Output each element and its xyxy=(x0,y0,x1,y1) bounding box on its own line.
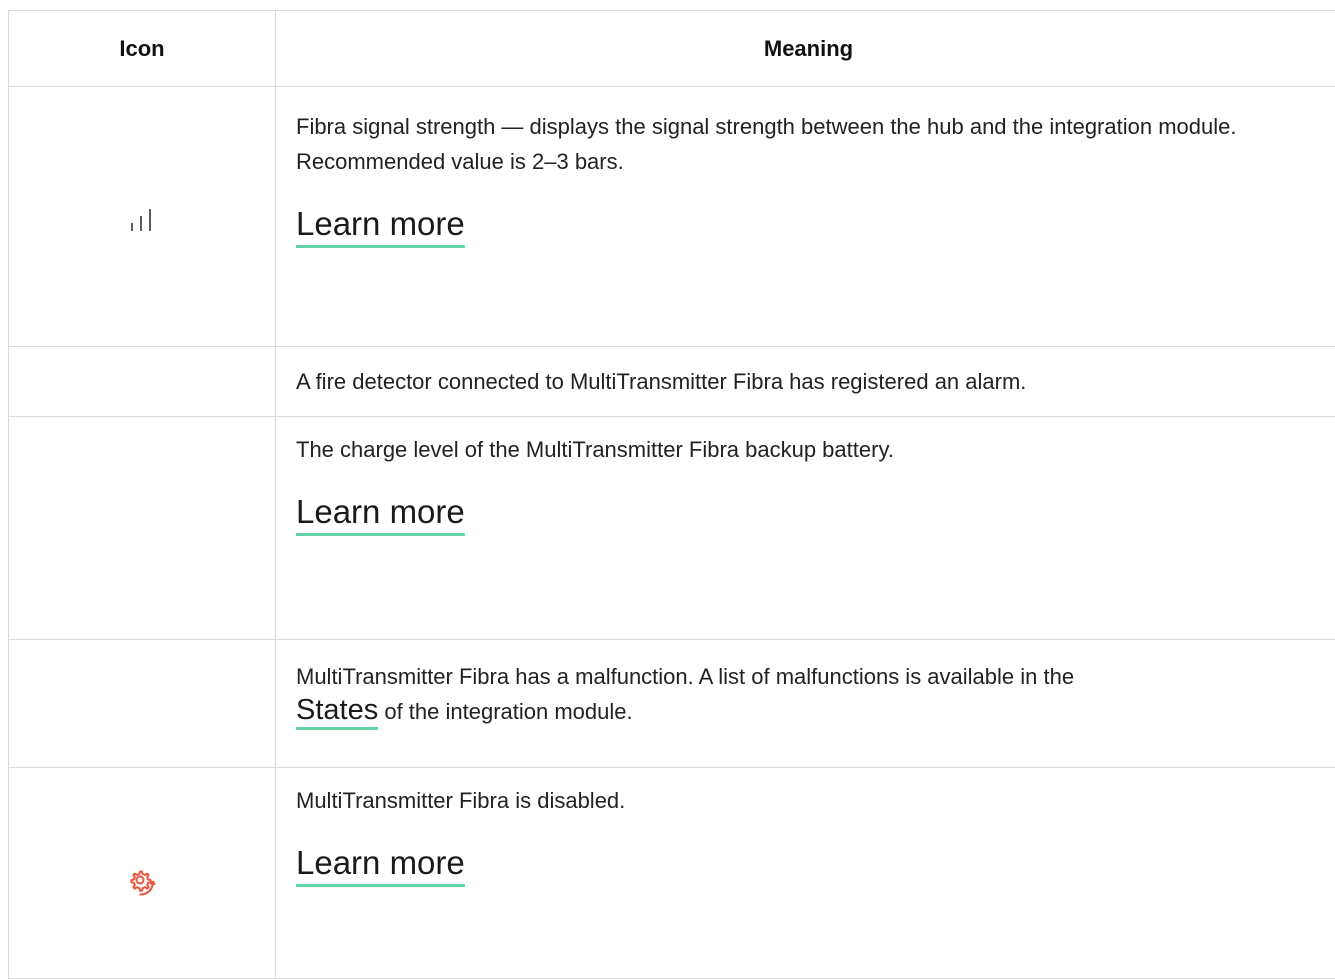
table-row: A fire detector connected to MultiTransm… xyxy=(9,347,1335,417)
table-row: MultiTransmitter Fibra has a malfunction… xyxy=(9,640,1335,768)
table-row: Fibra signal strength — displays the sig… xyxy=(9,87,1335,347)
meaning-cell: A fire detector connected to MultiTransm… xyxy=(276,347,1335,416)
states-link[interactable]: States xyxy=(296,694,379,730)
meaning-cell: The charge level of the MultiTransmitter… xyxy=(276,417,1335,639)
header-meaning: Meaning xyxy=(763,35,854,61)
meaning-text: The charge level of the MultiTransmitter… xyxy=(296,437,894,462)
meaning-text: MultiTransmitter Fibra is disabled. xyxy=(296,788,626,813)
header-icon: Icon xyxy=(9,11,276,86)
meaning-cell: Fibra signal strength — displays the sig… xyxy=(276,87,1335,346)
icons-table: Icon Meaning Fibra signal strength — dis… xyxy=(8,10,1335,979)
meaning-text-before: MultiTransmitter Fibra has a malfunction… xyxy=(296,664,1075,689)
meaning-text: MultiTransmitter Fibra has a malfunction… xyxy=(296,659,1321,730)
meaning-text-after: of the integration module. xyxy=(378,699,633,724)
icon-cell xyxy=(9,768,276,978)
table-row: The charge level of the MultiTransmitter… xyxy=(9,417,1335,640)
meaning-cell: MultiTransmitter Fibra has a malfunction… xyxy=(276,640,1335,767)
icon-cell xyxy=(9,640,276,767)
learn-more-link[interactable]: Learn more xyxy=(296,493,465,536)
table-row: MultiTransmitter Fibra is disabled. Lear… xyxy=(9,768,1335,979)
icon-cell xyxy=(9,347,276,416)
signal-strength-icon xyxy=(129,208,155,233)
learn-more-link[interactable]: Learn more xyxy=(296,205,465,248)
icon-cell xyxy=(9,87,276,346)
meaning-text: A fire detector connected to MultiTransm… xyxy=(296,369,1027,394)
meaning-cell: MultiTransmitter Fibra is disabled. Lear… xyxy=(276,768,1335,978)
meaning-text: Fibra signal strength — displays the sig… xyxy=(296,114,1237,174)
table-header-row: Icon Meaning xyxy=(9,11,1335,87)
icon-cell xyxy=(9,417,276,639)
gear-disabled-icon xyxy=(127,868,157,898)
learn-more-link[interactable]: Learn more xyxy=(296,844,465,887)
